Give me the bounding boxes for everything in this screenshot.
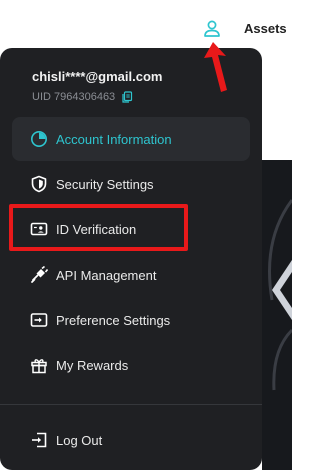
menu-item-account-information[interactable]: Account Information (12, 117, 250, 161)
logout-label: Log Out (56, 432, 103, 448)
background-graphic (268, 199, 292, 391)
menu-item-preference-settings[interactable]: Preference Settings (12, 300, 250, 340)
menu-item-label: Preference Settings (56, 312, 171, 328)
account-dropdown-menu: chisli****@gmail.com UID 7964306463 Acco… (0, 48, 262, 470)
account-email: chisli****@gmail.com (32, 69, 163, 84)
shield-icon (31, 175, 47, 193)
menu-item-label: Account Information (56, 131, 172, 147)
menu-item-my-rewards[interactable]: My Rewards (12, 345, 250, 385)
menu-item-label: ID Verification (56, 221, 137, 237)
menu-item-label: My Rewards (56, 357, 129, 373)
menu-item-id-verification[interactable]: ID Verification (12, 209, 250, 249)
menu-item-label: Security Settings (56, 176, 154, 192)
menu-item-api-management[interactable]: API Management (12, 255, 250, 295)
uid-row: UID 7964306463 (32, 91, 133, 103)
menu-item-security-settings[interactable]: Security Settings (12, 164, 250, 204)
uid-text: UID 7964306463 (32, 91, 116, 103)
copy-icon[interactable] (121, 91, 133, 103)
gift-icon (31, 359, 47, 374)
menu-divider (0, 404, 262, 405)
preference-icon (30, 313, 48, 327)
assets-link[interactable]: Assets (244, 21, 287, 36)
menu-item-label: API Management (56, 267, 157, 283)
screen: Assets chisli****@gmail.com UID 79643064… (0, 0, 292, 470)
id-card-icon (30, 222, 48, 236)
user-icon[interactable] (202, 19, 222, 39)
logout-icon (32, 432, 47, 448)
annotation-arrow (204, 42, 227, 92)
plug-icon (31, 266, 48, 283)
logout-button[interactable]: Log Out (12, 420, 250, 460)
pie-chart-icon (31, 131, 47, 147)
